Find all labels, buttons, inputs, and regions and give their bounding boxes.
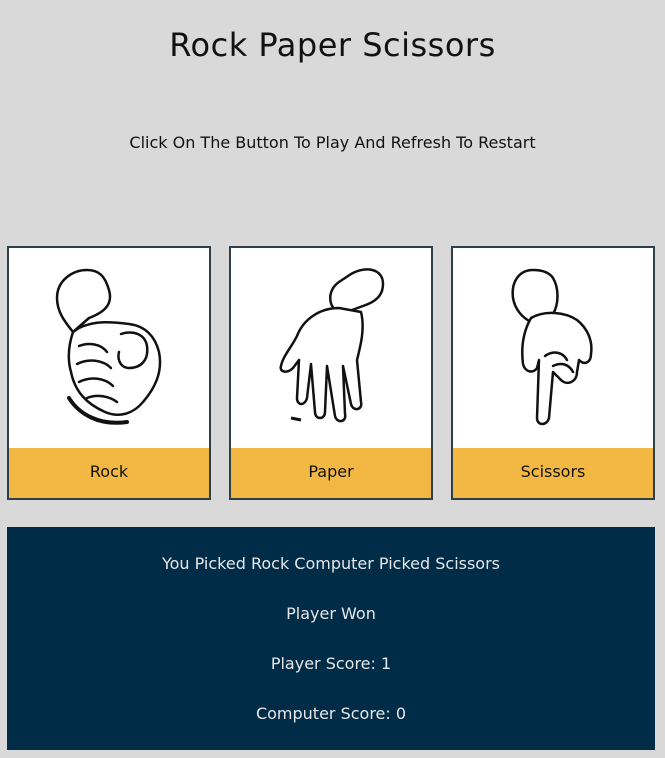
rock-label: Rock <box>9 448 209 498</box>
choice-buttons: Rock Paper Scissors <box>7 246 655 500</box>
outcome-text: Player Won <box>286 604 376 623</box>
page-title: Rock Paper Scissors <box>169 26 496 64</box>
paper-hand-icon <box>231 248 431 448</box>
rock-button[interactable]: Rock <box>7 246 211 500</box>
scissors-button[interactable]: Scissors <box>451 246 655 500</box>
scissors-label: Scissors <box>453 448 653 498</box>
paper-button[interactable]: Paper <box>229 246 433 500</box>
results-panel: You Picked Rock Computer Picked Scissors… <box>7 527 655 750</box>
picks-text: You Picked Rock Computer Picked Scissors <box>161 554 501 573</box>
paper-label: Paper <box>231 448 431 498</box>
rock-hand-icon <box>9 248 209 448</box>
instructions-text: Click On The Button To Play And Refresh … <box>129 133 536 152</box>
scissors-hand-icon <box>453 248 653 448</box>
player-score: Player Score: 1 <box>270 654 392 673</box>
computer-score: Computer Score: 0 <box>255 704 407 723</box>
